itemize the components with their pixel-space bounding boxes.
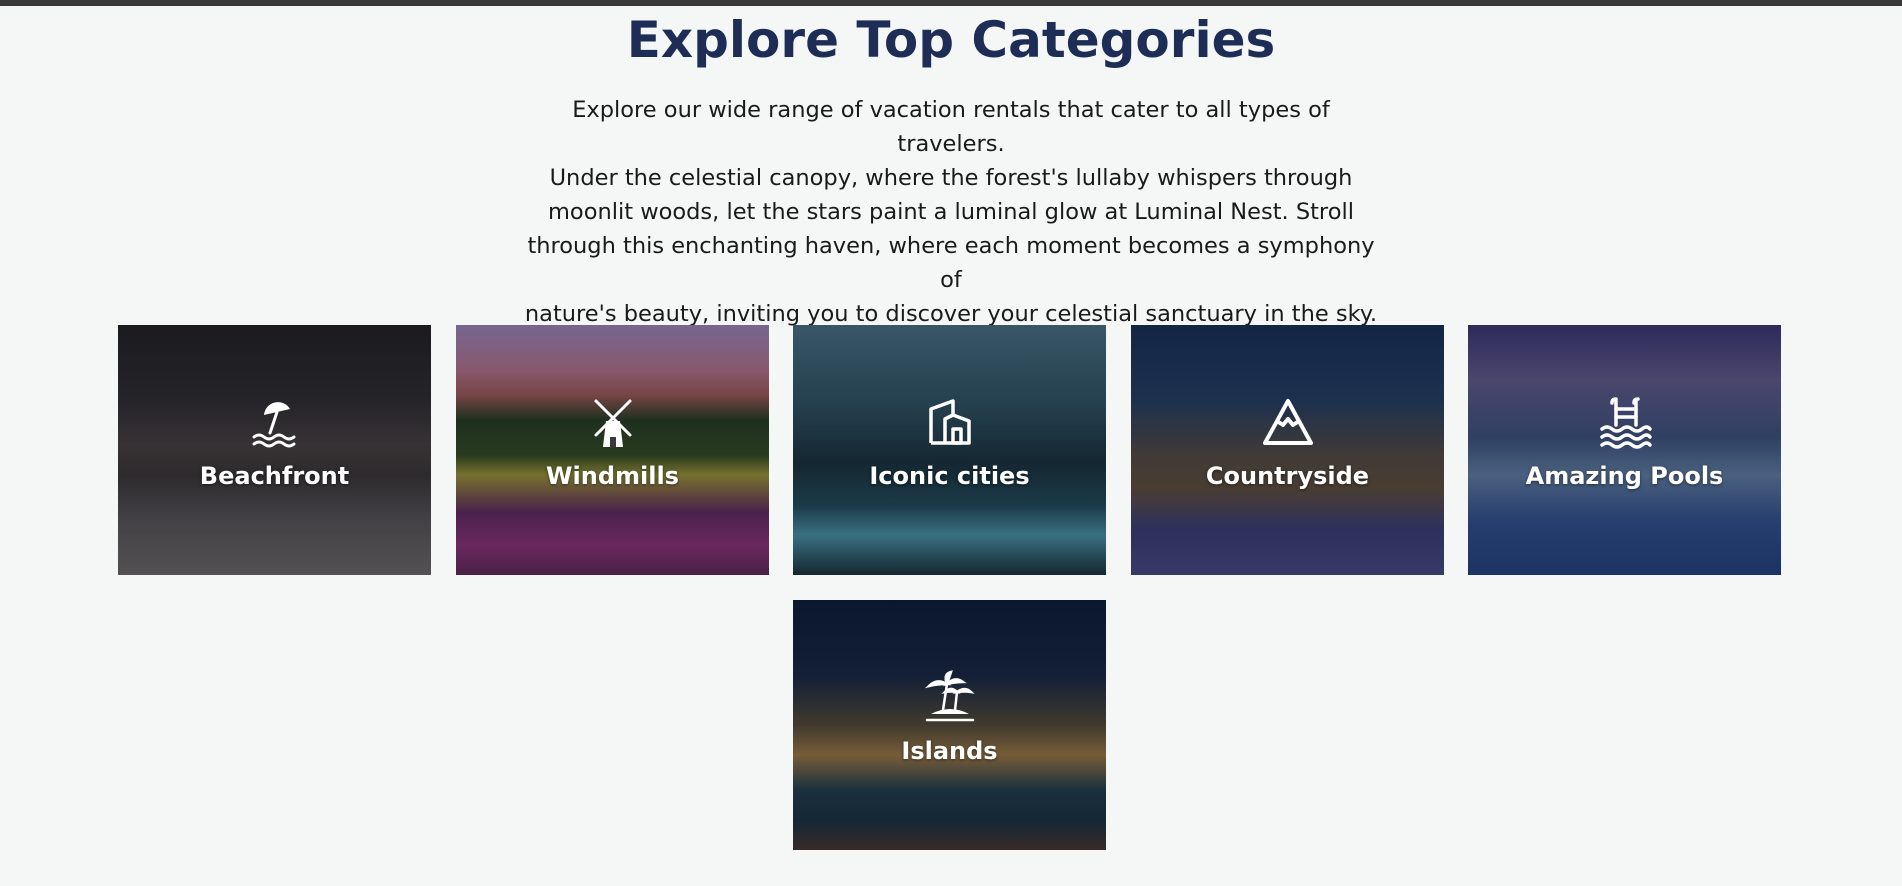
category-card-countryside[interactable]: Countryside xyxy=(1131,325,1444,575)
category-card-beachfront[interactable]: Beachfront xyxy=(118,325,431,575)
category-label: Countryside xyxy=(1205,462,1370,490)
description-line: through this enchanting haven, where eac… xyxy=(527,233,1375,293)
section-title: Explore Top Categories xyxy=(626,11,1276,69)
description-line: Explore our wide range of vacation renta… xyxy=(572,97,1330,157)
description-line: nature's beauty, inviting you to discove… xyxy=(524,301,1378,327)
category-label: Amazing Pools xyxy=(1525,462,1724,490)
category-card-iconic-cities[interactable]: Iconic cities xyxy=(793,325,1106,575)
category-card-amazing-pools[interactable]: Amazing Pools xyxy=(1468,325,1781,575)
category-card-windmills[interactable]: Windmills xyxy=(456,325,769,575)
palm-island-icon xyxy=(793,670,1106,726)
category-card-islands[interactable]: Islands xyxy=(793,600,1106,850)
top-border xyxy=(0,0,1902,6)
windmill-icon xyxy=(456,395,769,451)
category-label: Beachfront xyxy=(199,462,350,490)
category-label: Iconic cities xyxy=(869,462,1030,490)
description-line: Under the celestial canopy, where the fo… xyxy=(549,165,1353,191)
pool-ladder-icon xyxy=(1468,395,1781,451)
description-line: moonlit woods, let the stars paint a lum… xyxy=(548,199,1354,225)
section-description: Explore our wide range of vacation renta… xyxy=(520,93,1382,331)
category-label: Windmills xyxy=(546,462,679,490)
city-building-icon xyxy=(793,395,1106,451)
beach-umbrella-icon xyxy=(118,395,431,451)
mountain-icon xyxy=(1131,395,1444,451)
category-label: Islands xyxy=(901,737,998,765)
